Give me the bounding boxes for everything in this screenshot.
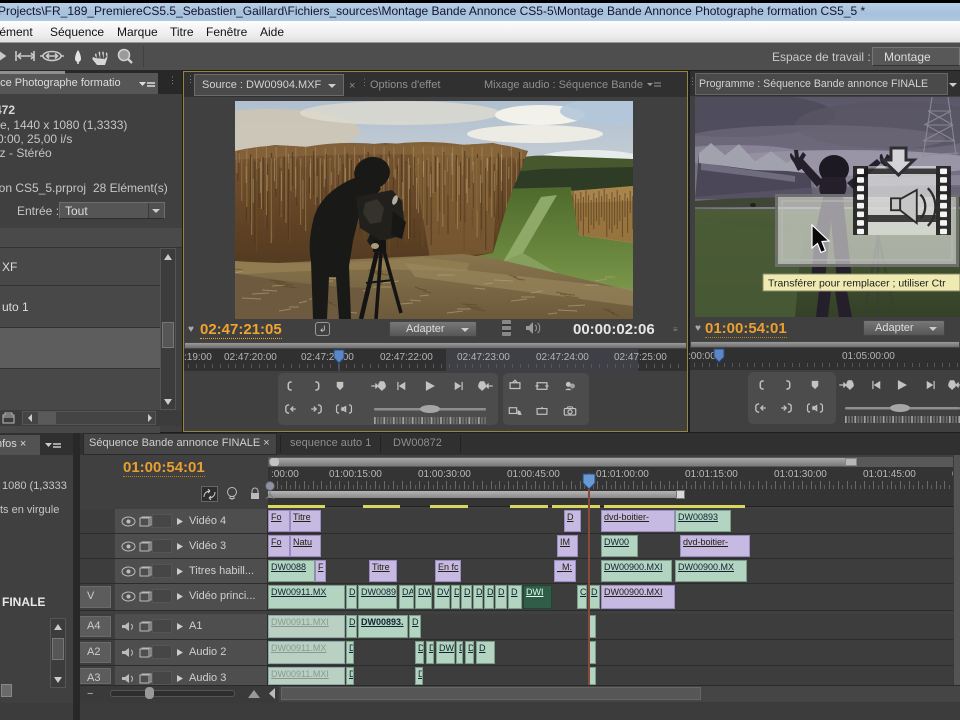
svg-text:Transférer pour remplacer ; ut: Transférer pour remplacer ; utiliser Ctr — [768, 278, 946, 290]
